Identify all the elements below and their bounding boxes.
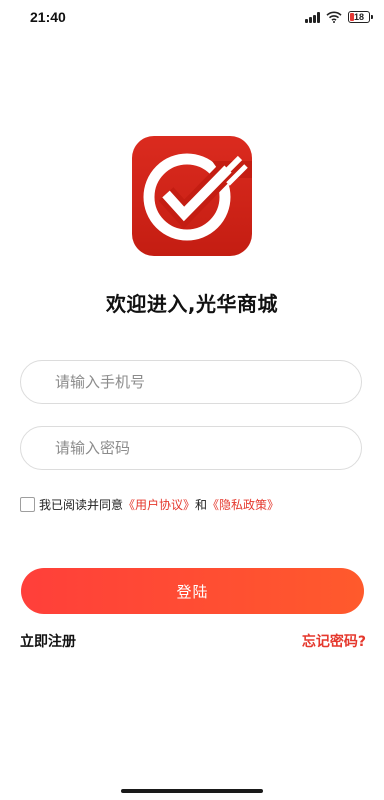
signal-icon xyxy=(305,11,320,23)
login-button[interactable]: 登陆 xyxy=(21,568,364,614)
password-field[interactable] xyxy=(20,426,362,470)
battery-icon: 18 xyxy=(348,11,373,23)
password-input[interactable] xyxy=(55,427,345,469)
battery-level: 18 xyxy=(353,11,364,22)
agreement-conjunction: 和 xyxy=(195,497,208,512)
status-time: 21:40 xyxy=(30,9,66,25)
home-indicator xyxy=(121,789,263,793)
check-circle-logo-icon xyxy=(143,153,252,241)
wifi-icon xyxy=(326,11,342,23)
welcome-title: 欢迎进入,光华商城 xyxy=(105,292,279,316)
agreement-text: 我已阅读并同意 xyxy=(39,497,124,512)
agreement-checkbox[interactable] xyxy=(20,496,35,512)
status-icons: 18 xyxy=(305,9,373,25)
app-logo xyxy=(132,136,252,256)
register-link[interactable]: 立即注册 xyxy=(20,631,76,651)
user-agreement-link[interactable]: 《用户协议》 xyxy=(123,496,195,513)
agreement-row: 我已阅读并同意 《用户协议》 和 《隐私政策》 xyxy=(20,495,279,513)
status-bar: 21:40 18 xyxy=(0,0,384,34)
phone-field[interactable] xyxy=(20,360,362,404)
forgot-password-link[interactable]: 忘记密码? xyxy=(302,631,366,651)
phone-input[interactable] xyxy=(55,361,345,403)
privacy-policy-link[interactable]: 《隐私政策》 xyxy=(207,496,279,513)
